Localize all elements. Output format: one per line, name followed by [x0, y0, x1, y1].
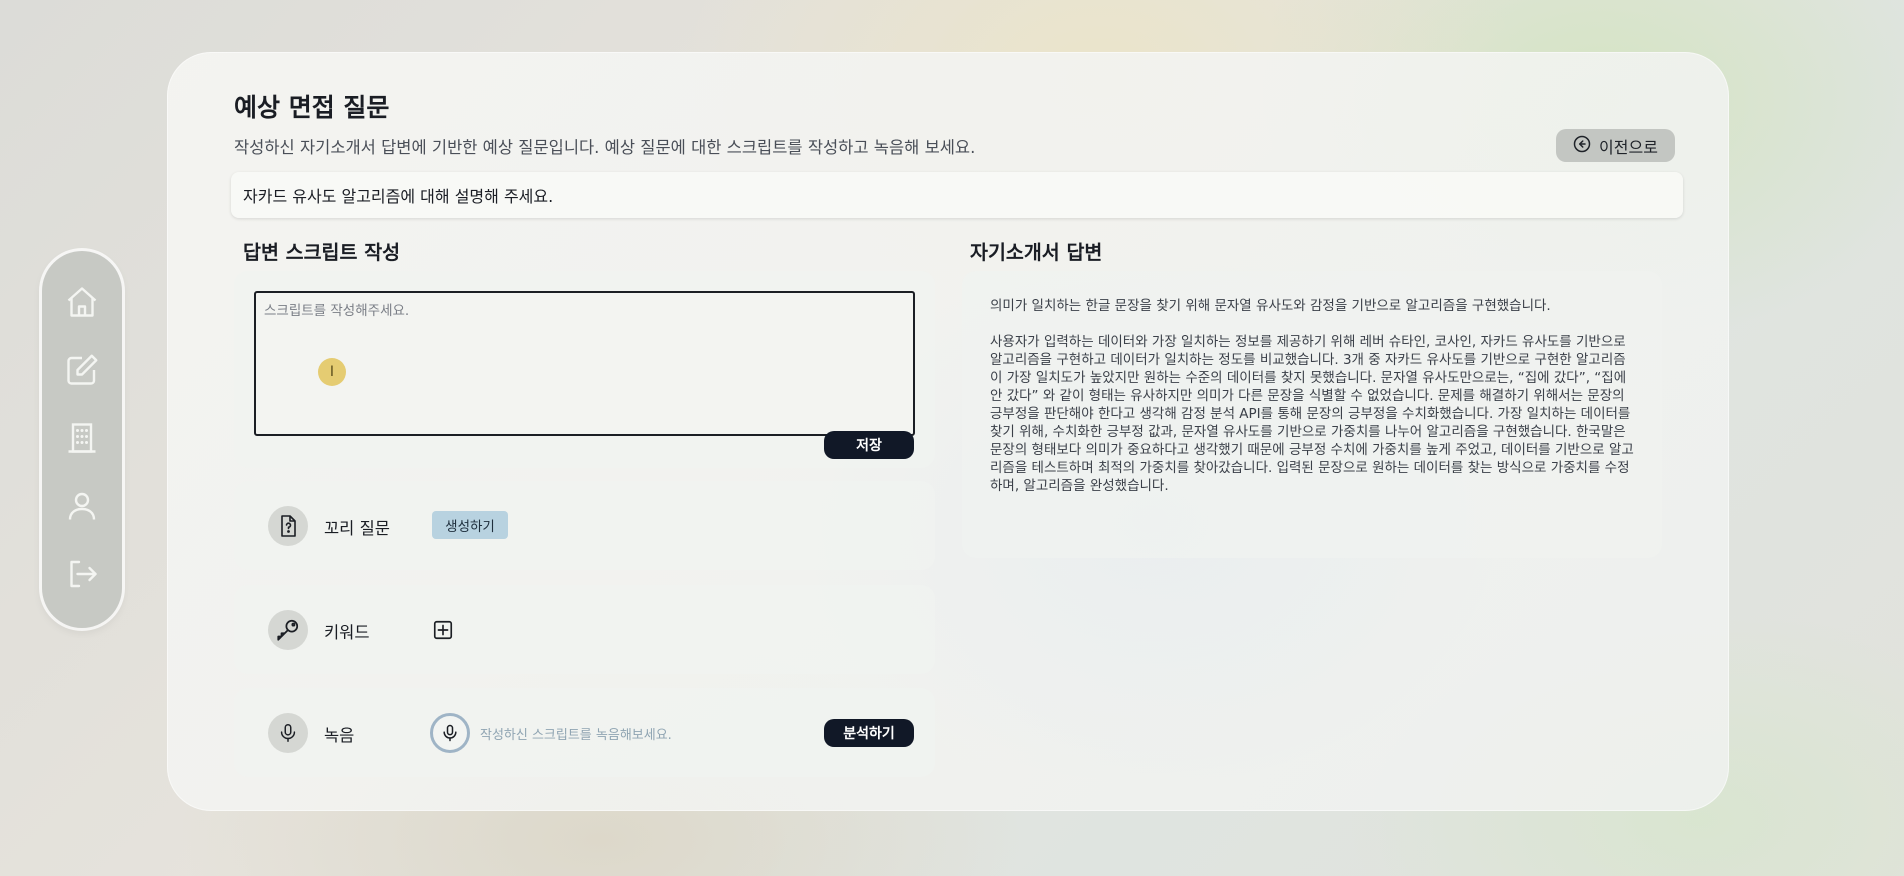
save-button[interactable]: 저장 [824, 431, 914, 459]
followup-panel: 꼬리 질문 생성하기 [234, 481, 935, 570]
question-text: 자카드 유사도 알고리즘에 대해 설명해 주세요. [243, 187, 554, 206]
back-button-label: 이전으로 [1599, 137, 1658, 157]
cover-letter-panel: 의미가 일치하는 한글 문장을 찾기 위해 문자열 유사도와 감정을 기반으로 … [962, 271, 1662, 558]
followup-label: 꼬리 질문 [324, 519, 390, 538]
keyword-panel: 키워드 [234, 585, 935, 674]
user-icon[interactable] [64, 488, 100, 524]
home-icon[interactable] [64, 284, 100, 320]
recording-label: 녹음 [324, 726, 355, 745]
script-textarea[interactable]: 스크립트를 작성해주세요. I [254, 291, 915, 436]
question-file-icon [268, 506, 308, 546]
script-section-title: 답변 스크립트 작성 [243, 241, 401, 264]
back-arrow-icon [1573, 135, 1591, 157]
script-placeholder: 스크립트를 작성해주세요. [264, 303, 410, 319]
edit-icon[interactable] [64, 352, 100, 388]
recording-panel: 녹음 작성하신 스크립트를 녹음해보세요. 분석하기 [234, 688, 935, 777]
logout-icon[interactable] [64, 556, 100, 592]
microphone-icon [268, 713, 308, 753]
key-icon [268, 610, 308, 650]
cover-letter-paragraph: 의미가 일치하는 한글 문장을 찾기 위해 문자열 유사도와 감정을 기반으로 … [990, 298, 1551, 314]
text-cursor-icon: I [318, 358, 346, 386]
cover-letter-paragraph: 사용자가 입력하는 데이터와 가장 일치하는 정보를 제공하기 위해 레버 슈타… [990, 334, 1634, 494]
recording-hint: 작성하신 스크립트를 녹음해보세요. [480, 728, 672, 743]
cover-letter-text: 의미가 일치하는 한글 문장을 찾기 위해 문자열 유사도와 감정을 기반으로 … [990, 297, 1638, 513]
sidebar [42, 251, 122, 628]
back-button[interactable]: 이전으로 [1556, 129, 1675, 162]
page-subtitle: 작성하신 자기소개서 답변에 기반한 예상 질문입니다. 예상 질문에 대한 스… [234, 138, 976, 157]
question-box: 자카드 유사도 알고리즘에 대해 설명해 주세요. [231, 172, 1683, 218]
generate-button[interactable]: 생성하기 [432, 511, 508, 539]
analyze-button[interactable]: 분석하기 [824, 719, 914, 747]
add-keyword-button[interactable] [432, 619, 454, 641]
record-button[interactable] [430, 713, 470, 753]
page-title: 예상 면접 질문 [234, 93, 390, 122]
script-panel: 스크립트를 작성해주세요. I 저장 [234, 271, 935, 468]
cover-letter-section-title: 자기소개서 답변 [970, 241, 1103, 264]
building-icon[interactable] [64, 420, 100, 456]
keyword-label: 키워드 [324, 623, 370, 642]
